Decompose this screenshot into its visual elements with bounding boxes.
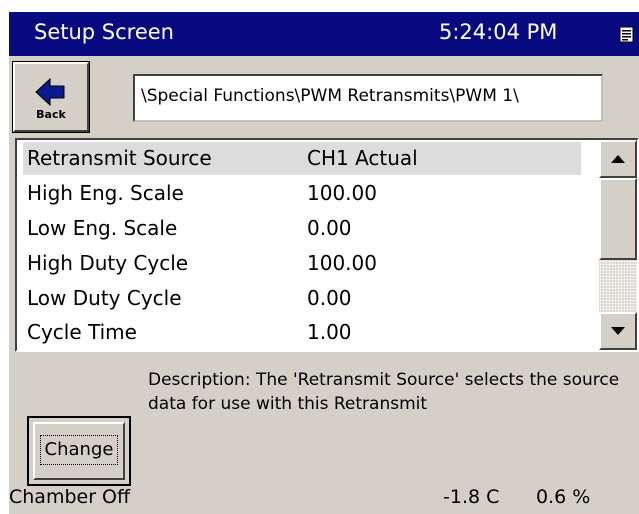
setup-screen: Setup Screen 5:24:04 PM Back \Special Fu… xyxy=(9,12,639,514)
scroll-thumb[interactable] xyxy=(599,178,637,260)
list-row-low-duty-cycle[interactable]: Low Duty Cycle 0.00 xyxy=(23,282,581,315)
row-value: 100.00 xyxy=(307,181,377,205)
settings-list: Retransmit Source CH1 Actual High Eng. S… xyxy=(15,138,639,352)
row-value: 100.00 xyxy=(307,251,377,275)
triangle-up-icon xyxy=(611,155,625,163)
back-button-label: Back xyxy=(36,108,66,121)
description-text: Description: The 'Retransmit Source' sel… xyxy=(148,370,620,414)
row-name: Retransmit Source xyxy=(27,146,212,170)
row-value: 0.00 xyxy=(307,216,352,240)
arrow-left-icon xyxy=(34,77,68,110)
triangle-down-icon xyxy=(611,327,625,335)
title-bar: Setup Screen 5:24:04 PM xyxy=(9,12,639,56)
row-name: High Eng. Scale xyxy=(27,181,184,205)
vertical-scrollbar[interactable] xyxy=(599,140,637,350)
list-row-high-duty-cycle[interactable]: High Duty Cycle 100.00 xyxy=(23,247,581,280)
scroll-up-button[interactable] xyxy=(599,140,637,178)
change-button[interactable]: Change xyxy=(33,422,125,480)
screen-title: Setup Screen xyxy=(34,20,174,44)
scroll-down-button[interactable] xyxy=(599,312,637,350)
list-row-cycle-time[interactable]: Cycle Time 1.00 xyxy=(23,316,581,349)
change-button-frame: Change xyxy=(27,416,131,486)
row-value: 1.00 xyxy=(307,320,352,344)
list-row-high-eng-scale[interactable]: High Eng. Scale 100.00 xyxy=(23,177,581,210)
humidity-readout: 0.6 % xyxy=(536,486,591,508)
chamber-status: Chamber Off xyxy=(9,486,131,508)
row-name: High Duty Cycle xyxy=(27,251,189,275)
row-name: Low Eng. Scale xyxy=(27,216,178,240)
row-value: 0.00 xyxy=(307,286,352,310)
list-row-retransmit-source[interactable]: Retransmit Source CH1 Actual xyxy=(23,142,581,175)
back-button[interactable]: Back xyxy=(12,61,90,133)
row-value: CH1 Actual xyxy=(307,146,418,170)
list-row-low-eng-scale[interactable]: Low Eng. Scale 0.00 xyxy=(23,212,581,245)
settings-list-items: Retransmit Source CH1 Actual High Eng. S… xyxy=(17,140,599,350)
path-display: \Special Functions\PWM Retransmits\PWM 1… xyxy=(133,74,603,122)
keyboard-icon[interactable] xyxy=(619,24,635,44)
change-button-label: Change xyxy=(40,435,118,465)
clock-time: 5:24:04 PM xyxy=(439,20,558,44)
row-name: Cycle Time xyxy=(27,320,137,344)
row-name: Low Duty Cycle xyxy=(27,286,182,310)
temperature-readout: -1.8 C xyxy=(443,486,500,508)
